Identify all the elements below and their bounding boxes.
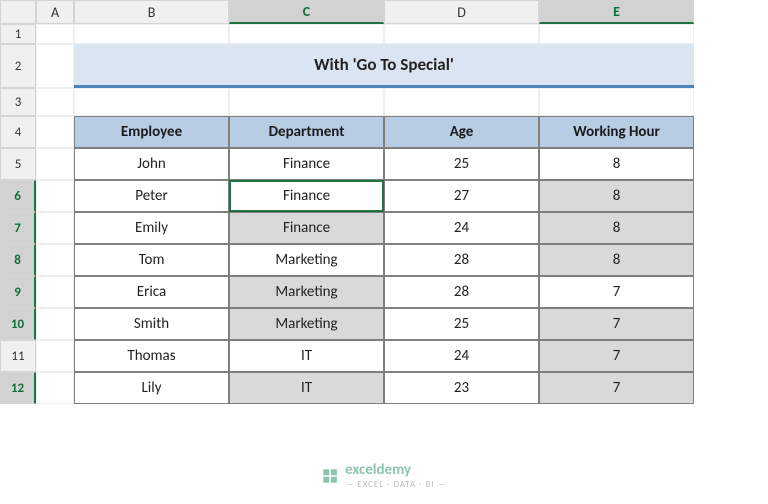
- col-header-E[interactable]: E: [539, 0, 694, 24]
- cell-A12[interactable]: [36, 372, 74, 404]
- cell-A7[interactable]: [36, 212, 74, 244]
- table-row[interactable]: Tom: [74, 244, 229, 276]
- cell-C1[interactable]: [229, 24, 384, 44]
- row-header-7[interactable]: 7: [0, 212, 36, 244]
- row-header-9[interactable]: 9: [0, 276, 36, 308]
- table-row[interactable]: 8: [539, 212, 694, 244]
- table-row[interactable]: 25: [384, 148, 539, 180]
- table-row[interactable]: 8: [539, 180, 694, 212]
- cell-C3[interactable]: [229, 88, 384, 116]
- cell-A3[interactable]: [36, 88, 74, 116]
- row-header-2[interactable]: 2: [0, 44, 36, 88]
- table-row[interactable]: John: [74, 148, 229, 180]
- active-cell[interactable]: Finance: [229, 180, 384, 212]
- col-header-B[interactable]: B: [74, 0, 229, 24]
- cell-A11[interactable]: [36, 340, 74, 372]
- table-row[interactable]: Finance: [229, 212, 384, 244]
- table-row[interactable]: IT: [229, 340, 384, 372]
- logo-icon: [321, 467, 339, 485]
- col-header-A[interactable]: A: [36, 0, 74, 24]
- table-row[interactable]: 7: [539, 340, 694, 372]
- table-row[interactable]: 28: [384, 276, 539, 308]
- table-row[interactable]: Thomas: [74, 340, 229, 372]
- table-row[interactable]: 25: [384, 308, 539, 340]
- table-row[interactable]: 7: [539, 372, 694, 404]
- cell-A6[interactable]: [36, 180, 74, 212]
- cell-D3[interactable]: [384, 88, 539, 116]
- row-header-1[interactable]: 1: [0, 24, 36, 44]
- watermark-name: exceldemy: [345, 461, 447, 479]
- table-row[interactable]: Smith: [74, 308, 229, 340]
- row-header-4[interactable]: 4: [0, 116, 36, 148]
- table-row[interactable]: IT: [229, 372, 384, 404]
- title-cell[interactable]: With 'Go To Special': [74, 44, 694, 88]
- cell-A5[interactable]: [36, 148, 74, 180]
- row-header-11[interactable]: 11: [0, 340, 36, 372]
- table-row[interactable]: 24: [384, 212, 539, 244]
- table-row[interactable]: 8: [539, 244, 694, 276]
- cell-A2[interactable]: [36, 44, 74, 88]
- header-department[interactable]: Department: [229, 116, 384, 148]
- table-row[interactable]: Peter: [74, 180, 229, 212]
- cell-A8[interactable]: [36, 244, 74, 276]
- cell-B1[interactable]: [74, 24, 229, 44]
- cell-D1[interactable]: [384, 24, 539, 44]
- col-header-C[interactable]: C: [229, 0, 384, 24]
- table-row[interactable]: 27: [384, 180, 539, 212]
- table-row[interactable]: Lily: [74, 372, 229, 404]
- cell-E3[interactable]: [539, 88, 694, 116]
- table-row[interactable]: 28: [384, 244, 539, 276]
- cell-A4[interactable]: [36, 116, 74, 148]
- header-employee[interactable]: Employee: [74, 116, 229, 148]
- spreadsheet-grid: A B C D E 1 2 With 'Go To Special' 3 4 E…: [0, 0, 768, 404]
- table-row[interactable]: 23: [384, 372, 539, 404]
- watermark-tag: — EXCEL · DATA · BI —: [345, 479, 447, 490]
- row-header-3[interactable]: 3: [0, 88, 36, 116]
- header-age[interactable]: Age: [384, 116, 539, 148]
- col-header-D[interactable]: D: [384, 0, 539, 24]
- corner-select-all[interactable]: [0, 0, 36, 24]
- row-header-5[interactable]: 5: [0, 148, 36, 180]
- table-row[interactable]: Marketing: [229, 308, 384, 340]
- row-header-6[interactable]: 6: [0, 180, 36, 212]
- cell-E1[interactable]: [539, 24, 694, 44]
- table-row[interactable]: 7: [539, 308, 694, 340]
- table-row[interactable]: 8: [539, 148, 694, 180]
- table-row[interactable]: Marketing: [229, 276, 384, 308]
- table-row[interactable]: 24: [384, 340, 539, 372]
- cell-A10[interactable]: [36, 308, 74, 340]
- watermark: exceldemy — EXCEL · DATA · BI —: [321, 461, 447, 490]
- table-row[interactable]: Finance: [229, 148, 384, 180]
- table-row[interactable]: Emily: [74, 212, 229, 244]
- table-row[interactable]: 7: [539, 276, 694, 308]
- row-header-10[interactable]: 10: [0, 308, 36, 340]
- cell-A1[interactable]: [36, 24, 74, 44]
- header-working-hour[interactable]: Working Hour: [539, 116, 694, 148]
- cell-A9[interactable]: [36, 276, 74, 308]
- row-header-12[interactable]: 12: [0, 372, 36, 404]
- cell-B3[interactable]: [74, 88, 229, 116]
- row-header-8[interactable]: 8: [0, 244, 36, 276]
- table-row[interactable]: Erica: [74, 276, 229, 308]
- table-row[interactable]: Marketing: [229, 244, 384, 276]
